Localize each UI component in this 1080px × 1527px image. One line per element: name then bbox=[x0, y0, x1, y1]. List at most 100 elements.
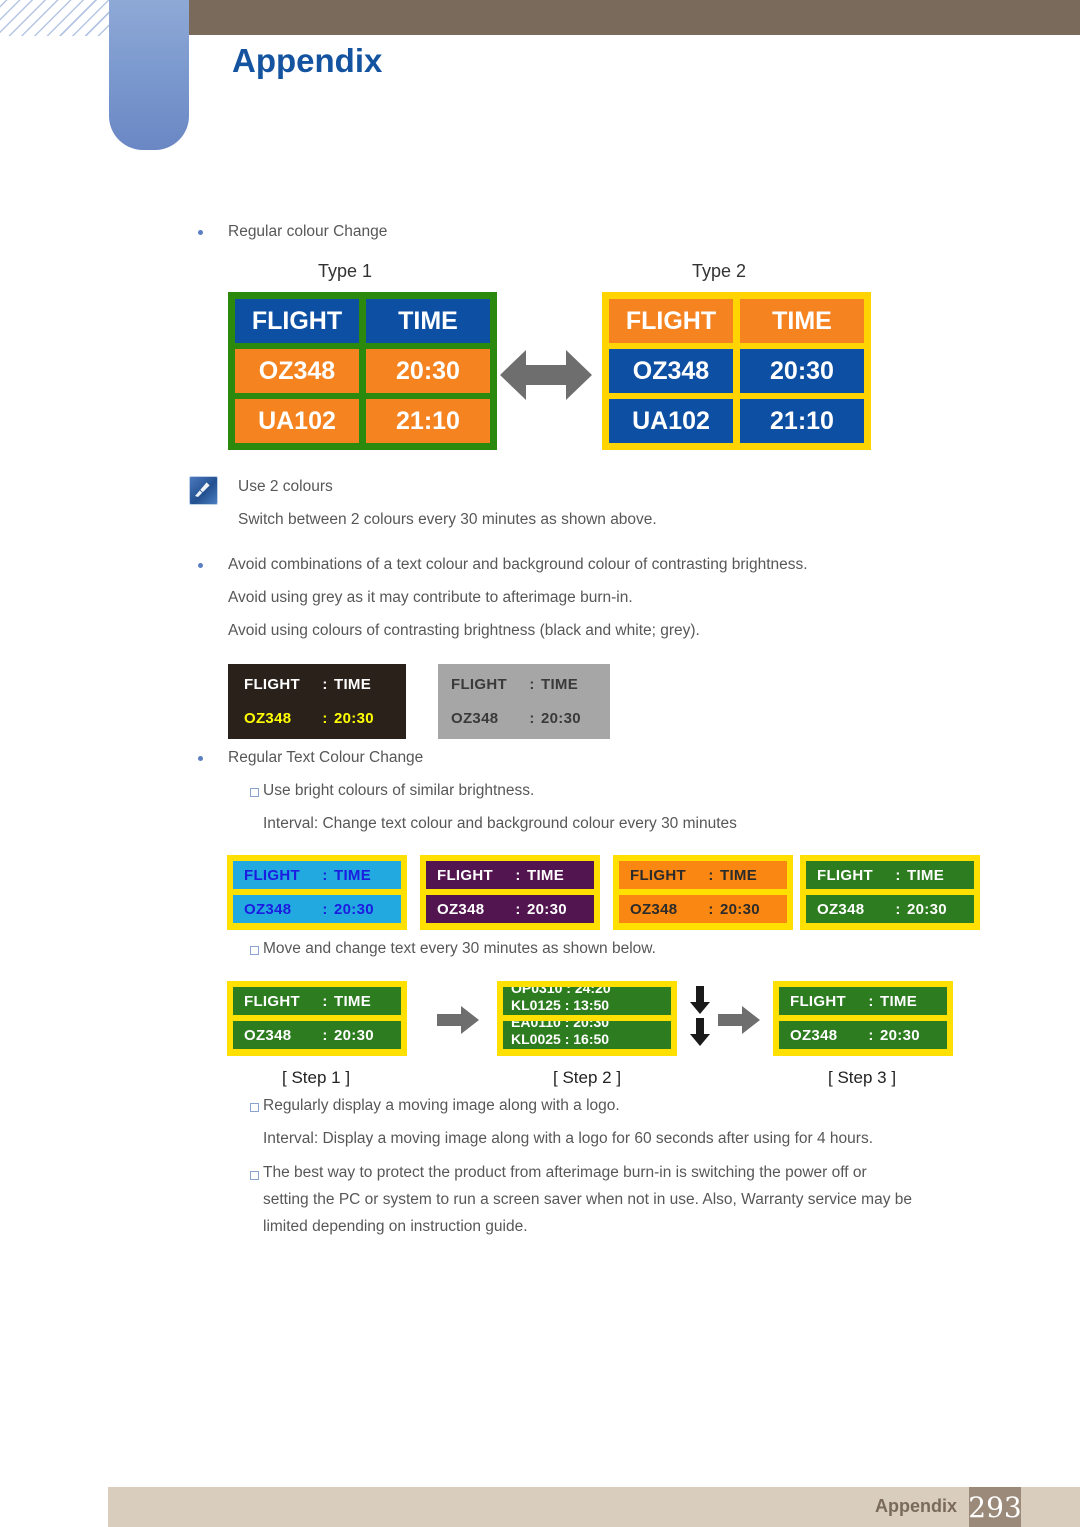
sub-bullet-icon bbox=[250, 1103, 259, 1112]
colon-separator: : bbox=[515, 866, 521, 884]
board-cell: 20:30 bbox=[366, 349, 490, 393]
note-title: Use 2 colours bbox=[238, 478, 333, 495]
double-arrow-icon bbox=[500, 345, 592, 405]
flight-label: FLIGHT bbox=[451, 675, 507, 693]
time-value: 20:30 bbox=[527, 900, 567, 918]
step1-label: [ Step 1 ] bbox=[282, 1068, 351, 1087]
time-label: TIME bbox=[541, 675, 579, 693]
panel-row: OZ348 : 20:30 bbox=[233, 1021, 401, 1049]
moving-image-interval-label: Interval: Display a moving image along w… bbox=[263, 1130, 873, 1147]
sub-bullet-icon bbox=[250, 946, 259, 955]
board-cell: TIME bbox=[740, 299, 864, 343]
colon-separator: : bbox=[708, 866, 714, 884]
flight-value: OZ348 bbox=[451, 709, 499, 727]
colour-panel-purple: FLIGHT : TIME OZ348 : 20:30 bbox=[420, 855, 600, 930]
colon-separator: : bbox=[708, 900, 714, 918]
board-cell: TIME bbox=[366, 299, 490, 343]
colon-separator: : bbox=[895, 866, 901, 884]
board-row: OZ348 20:30 bbox=[609, 349, 864, 393]
panel-row: OZ348 : 20:30 bbox=[234, 704, 400, 732]
colour-panel-cyan: FLIGHT : TIME OZ348 : 20:30 bbox=[227, 855, 407, 930]
time-value: 20:30 bbox=[541, 709, 581, 727]
time-value: 20:30 bbox=[907, 900, 947, 918]
header-blue-tab bbox=[109, 0, 189, 150]
flight-label: FLIGHT bbox=[790, 992, 846, 1010]
time-label: TIME bbox=[334, 992, 372, 1010]
time-label: TIME bbox=[880, 992, 918, 1010]
time-label: TIME bbox=[334, 866, 372, 884]
time-value: 20:30 bbox=[334, 900, 374, 918]
move-change-text-label: Move and change text every 30 minutes as… bbox=[263, 940, 656, 957]
colon-separator: : bbox=[895, 900, 901, 918]
step2-panel: OP0310 : 24:20 KL0125 : 13:50 EA0110 : 2… bbox=[497, 981, 677, 1056]
flight-label: FLIGHT bbox=[817, 866, 873, 884]
contrast-panel-dark: FLIGHT : TIME OZ348 : 20:30 bbox=[228, 664, 406, 739]
step2-line-2: KL0125 : 13:50 bbox=[511, 997, 610, 1013]
use-bright-colours-label: Use bright colours of similar brightness… bbox=[263, 782, 535, 799]
regular-text-colour-change-label: Regular Text Colour Change bbox=[228, 749, 424, 766]
board-cell: 20:30 bbox=[740, 349, 864, 393]
panel-row: FLIGHT : TIME bbox=[426, 861, 594, 889]
header-brown-bar bbox=[186, 0, 1080, 35]
interval-text-colour-label: Interval: Change text colour and backgro… bbox=[263, 815, 737, 832]
flight-value: OZ348 bbox=[244, 709, 292, 727]
time-value: 20:30 bbox=[880, 1026, 920, 1044]
board-row: FLIGHT TIME bbox=[609, 299, 864, 343]
time-label: TIME bbox=[334, 675, 372, 693]
step2-block-2: EA0110 : 20:30 KL0025 : 16:50 bbox=[503, 1021, 671, 1049]
flight-label: FLIGHT bbox=[244, 992, 300, 1010]
board-cell: UA102 bbox=[609, 399, 733, 443]
panel-row: FLIGHT : TIME bbox=[444, 670, 604, 698]
flight-label: FLIGHT bbox=[244, 675, 300, 693]
panel-row: OZ348 : 20:30 bbox=[233, 895, 401, 923]
step2-line-1: OP0310 : 24:20 bbox=[511, 987, 611, 996]
page-number: 293 bbox=[968, 1487, 1022, 1527]
colon-separator: : bbox=[868, 1026, 874, 1044]
colour-panel-green: FLIGHT : TIME OZ348 : 20:30 bbox=[800, 855, 980, 930]
panel-row: OZ348 : 20:30 bbox=[806, 895, 974, 923]
colon-separator: : bbox=[529, 675, 535, 693]
step2-label: [ Step 2 ] bbox=[553, 1068, 622, 1087]
board-cell: 21:10 bbox=[366, 399, 490, 443]
down-arrow-icon-top bbox=[690, 986, 710, 1014]
panel-row: OZ348 : 20:30 bbox=[619, 895, 787, 923]
time-value: 20:30 bbox=[334, 1026, 374, 1044]
best-way-line-2: setting the PC or system to run a screen… bbox=[263, 1191, 912, 1208]
flight-board-type2: FLIGHT TIME OZ348 20:30 UA102 21:10 bbox=[602, 292, 871, 450]
panel-row: OZ348 : 20:30 bbox=[779, 1021, 947, 1049]
right-arrow-icon bbox=[437, 1005, 479, 1035]
board-cell: FLIGHT bbox=[235, 299, 359, 343]
contrast-panel-grey: FLIGHT : TIME OZ348 : 20:30 bbox=[438, 664, 610, 739]
page-title: Appendix bbox=[232, 42, 383, 79]
board-row: FLIGHT TIME bbox=[235, 299, 490, 343]
step1-panel: FLIGHT : TIME OZ348 : 20:30 bbox=[227, 981, 407, 1056]
note-icon bbox=[189, 476, 218, 505]
flight-value: OZ348 bbox=[244, 1026, 292, 1044]
colour-panel-orange: FLIGHT : TIME OZ348 : 20:30 bbox=[613, 855, 793, 930]
flight-value: OZ348 bbox=[630, 900, 678, 918]
flight-value: OZ348 bbox=[244, 900, 292, 918]
flight-label: FLIGHT bbox=[630, 866, 686, 884]
colon-separator: : bbox=[529, 709, 535, 727]
footer-label: Appendix bbox=[874, 1496, 957, 1516]
type1-label: Type 1 bbox=[318, 261, 373, 281]
time-label: TIME bbox=[907, 866, 945, 884]
step2-block-1: OP0310 : 24:20 KL0125 : 13:50 bbox=[503, 987, 671, 1015]
type2-label: Type 2 bbox=[692, 261, 747, 281]
colon-separator: : bbox=[322, 866, 328, 884]
colon-separator: : bbox=[322, 992, 328, 1010]
bullet-icon bbox=[198, 563, 203, 568]
flight-value: OZ348 bbox=[817, 900, 865, 918]
step2-line-4: KL0025 : 16:50 bbox=[511, 1031, 610, 1047]
best-way-line-1: The best way to protect the product from… bbox=[263, 1164, 867, 1181]
moving-image-label: Regularly display a moving image along w… bbox=[263, 1097, 620, 1114]
panel-row: FLIGHT : TIME bbox=[234, 670, 400, 698]
avoid-line-3: Avoid using colours of contrasting brigh… bbox=[228, 622, 700, 639]
panel-row: FLIGHT : TIME bbox=[233, 861, 401, 889]
avoid-line-1: Avoid combinations of a text colour and … bbox=[228, 556, 808, 573]
regular-colour-change-label: Regular colour Change bbox=[228, 223, 388, 240]
right-arrow-icon-2 bbox=[718, 1005, 760, 1035]
step3-panel: FLIGHT : TIME OZ348 : 20:30 bbox=[773, 981, 953, 1056]
colon-separator: : bbox=[322, 709, 328, 727]
board-cell: UA102 bbox=[235, 399, 359, 443]
